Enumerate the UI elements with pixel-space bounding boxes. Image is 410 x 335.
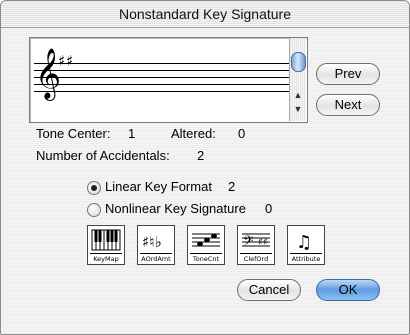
tone-center-value: 1: [128, 126, 136, 141]
tone-center-icon: [192, 233, 220, 247]
dialog-window: Nonstandard Key Signature 𝄞 ♯ ♯ ▲ ▼ Prev…: [0, 0, 410, 335]
num-accidentals-value: 2: [197, 148, 205, 163]
scroll-down-icon[interactable]: ▼: [292, 104, 304, 115]
staff-line: [34, 63, 292, 64]
aordamt-button[interactable]: ♯♮♭ AOrdAmt: [137, 225, 175, 265]
staff-line: [34, 77, 292, 78]
num-accidentals-label: Number of Accidentals:: [36, 148, 170, 163]
scroll-thumb[interactable]: [291, 52, 306, 72]
cleford-button[interactable]: 𝄢 ♯♯ ClefOrd: [237, 225, 275, 265]
accidentals-icon: ♯♮♭: [142, 233, 162, 251]
clef-order-icon: 𝄢 ♯♯: [242, 233, 270, 252]
staff-line: [34, 70, 292, 71]
nonlinear-key-signature-value: 0: [265, 201, 273, 216]
svg-text:♫: ♫: [296, 232, 312, 252]
keymap-caption: KeyMap: [93, 255, 119, 263]
key-signature-preview: 𝄞 ♯ ♯: [29, 37, 308, 123]
attribute-caption: Attribute: [291, 255, 321, 263]
nonlinear-key-signature-label[interactable]: Nonlinear Key Signature: [105, 201, 246, 216]
altered-value: 0: [238, 126, 246, 141]
prev-button[interactable]: Prev: [316, 63, 380, 85]
next-button[interactable]: Next: [316, 94, 380, 116]
linear-key-format-value: 2: [228, 179, 236, 194]
staff-line: [34, 91, 292, 92]
cleford-caption: ClefOrd: [243, 255, 269, 263]
keyboard-icon: [91, 229, 121, 251]
ok-button[interactable]: OK: [316, 279, 380, 301]
scroll-up-icon[interactable]: ▲: [292, 90, 304, 101]
keymap-button[interactable]: KeyMap: [87, 225, 125, 265]
tone-center-label: Tone Center:: [36, 126, 111, 141]
attribute-button[interactable]: ♫ Attribute: [287, 225, 325, 265]
nonlinear-key-signature-radio[interactable]: [87, 203, 101, 217]
staff-line: [34, 84, 292, 85]
svg-text:♯♯: ♯♯: [258, 237, 268, 248]
cancel-button[interactable]: Cancel: [237, 279, 301, 301]
svg-text:𝄢: 𝄢: [243, 233, 253, 252]
tonecnt-caption: ToneCnt: [192, 255, 220, 263]
aordamt-caption: AOrdAmt: [141, 255, 171, 263]
svg-text:♯♮♭: ♯♮♭: [142, 233, 162, 251]
linear-key-format-radio[interactable]: [87, 181, 101, 195]
sharp-accidentals: ♯ ♯: [58, 52, 73, 70]
preview-scrollbar[interactable]: ▲ ▼: [289, 38, 306, 121]
window-title: Nonstandard Key Signature: [1, 1, 409, 28]
tonecnt-button[interactable]: ToneCnt: [187, 225, 225, 265]
linear-key-format-label[interactable]: Linear Key Format: [105, 179, 212, 194]
altered-label: Altered:: [171, 126, 216, 141]
attribute-icon: ♫: [296, 232, 312, 252]
